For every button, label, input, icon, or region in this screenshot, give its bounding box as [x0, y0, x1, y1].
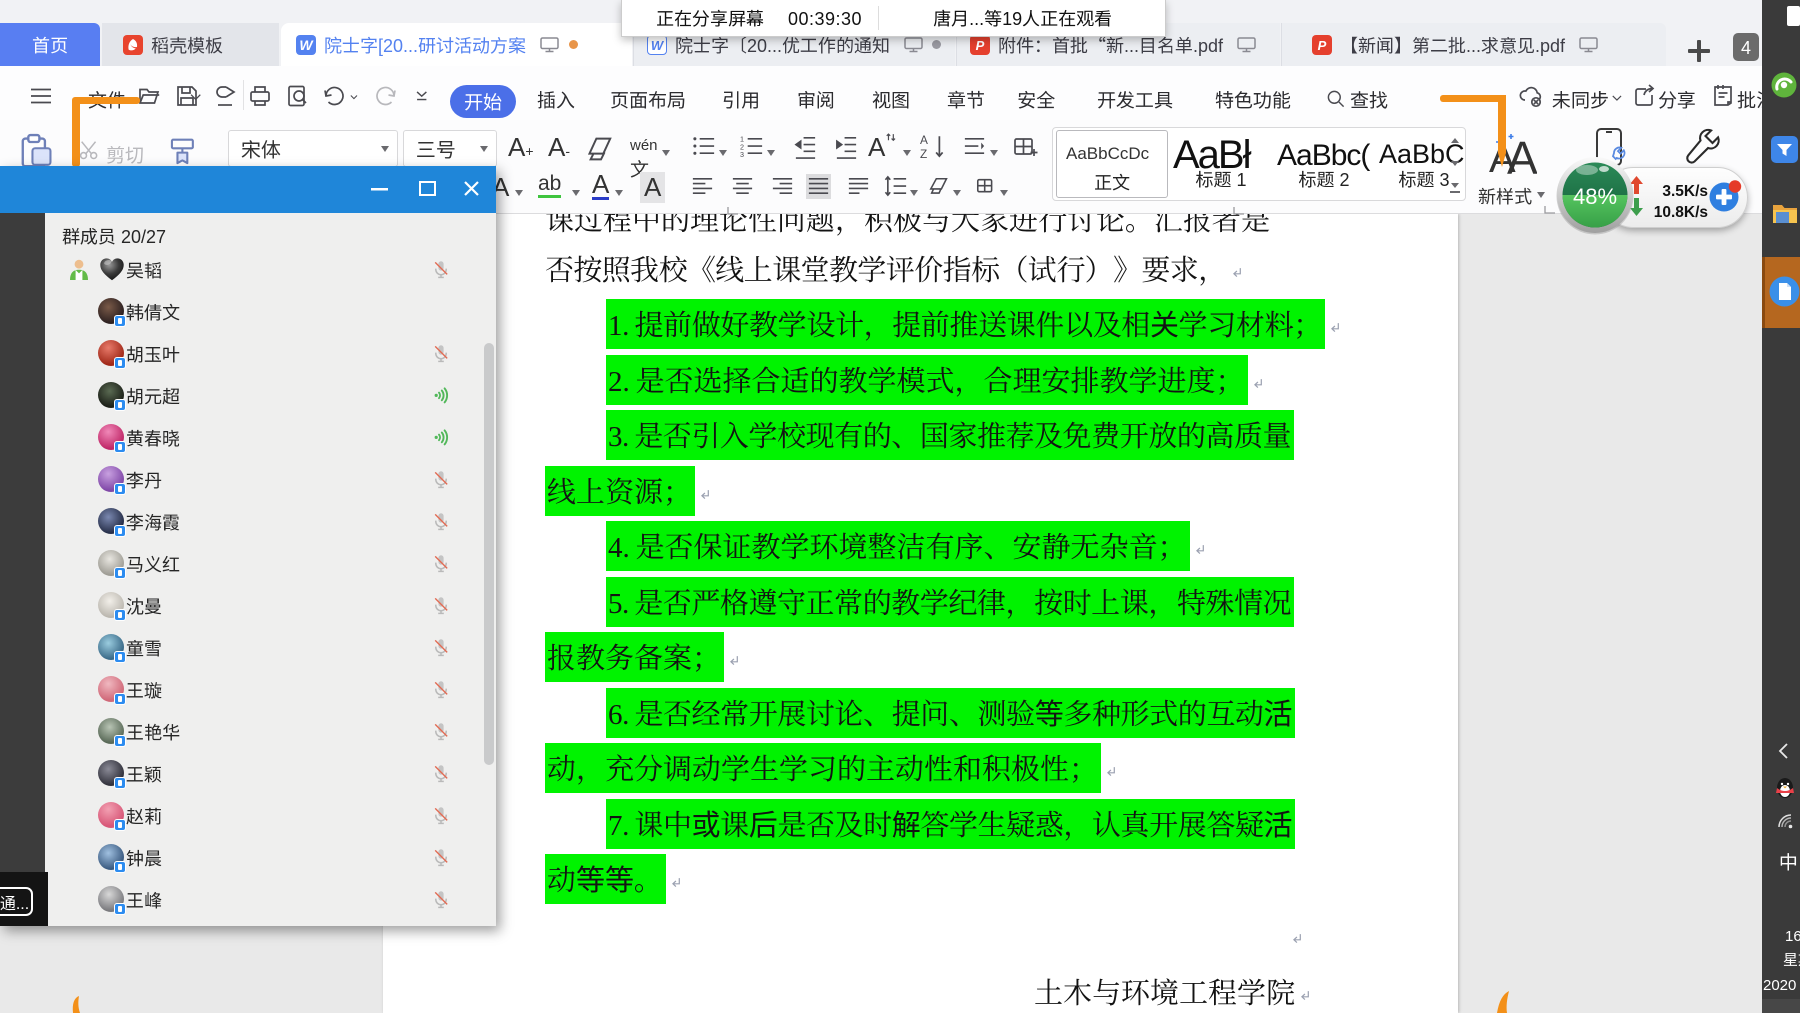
- svg-text:48%: 48%: [1573, 184, 1617, 209]
- svg-text:Z: Z: [920, 145, 927, 160]
- svg-text:3: 3: [740, 150, 744, 159]
